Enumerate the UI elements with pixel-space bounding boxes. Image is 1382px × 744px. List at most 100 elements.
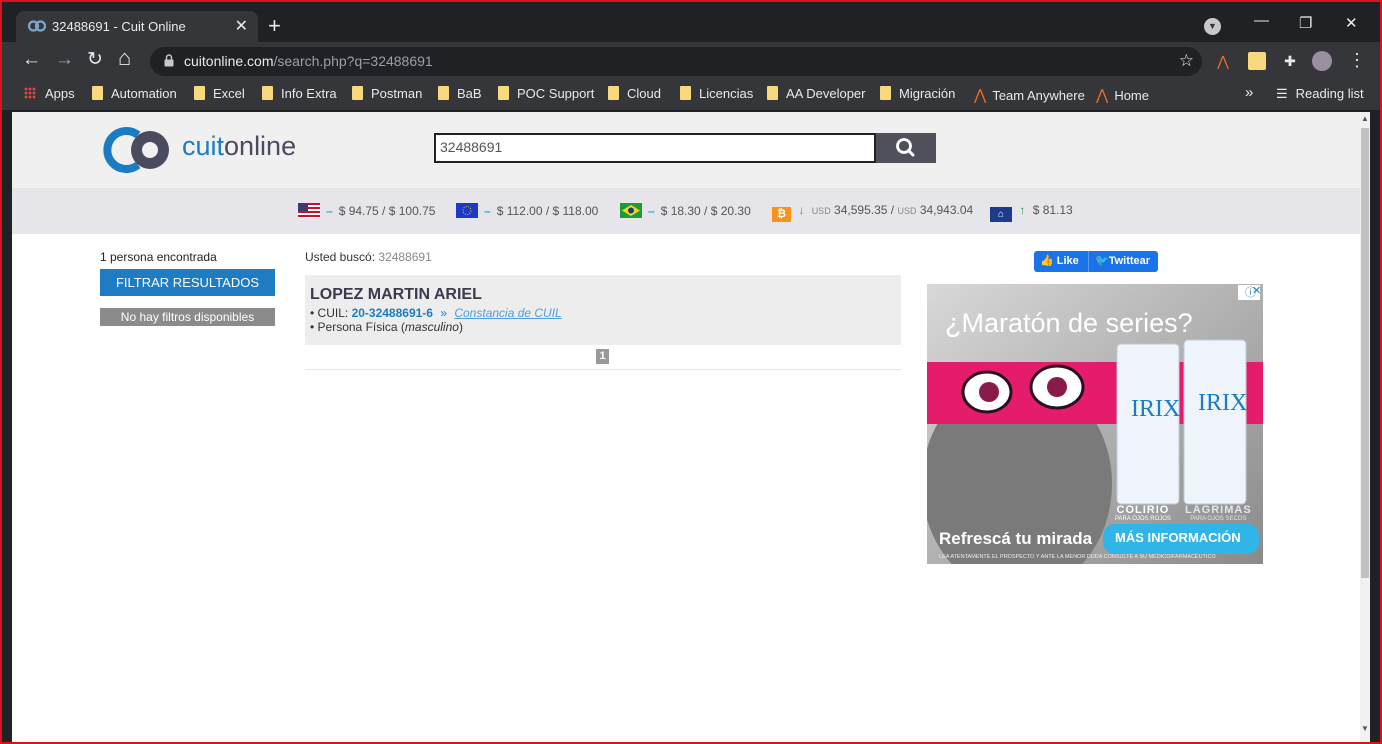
back-button[interactable]: ← xyxy=(22,50,41,70)
no-filters-label: No hay filtros disponibles xyxy=(100,308,275,326)
rate-uva[interactable]: ⌂ ↑ $ 81.13 xyxy=(990,203,1073,222)
ad-headline: ¿Maratón de series? xyxy=(945,308,1193,338)
logo-circles-icon xyxy=(103,127,169,173)
bookmark-folder[interactable]: AA Developer xyxy=(767,86,866,101)
tab-search-icon[interactable]: ▼ xyxy=(1204,18,1221,35)
facebook-like-button[interactable]: 👍 Like xyxy=(1034,251,1088,272)
bookmark-folder[interactable]: Licencias xyxy=(680,86,753,101)
site-header: cuitonline 32488691 xyxy=(12,112,1360,188)
thumbs-up-icon: 👍 xyxy=(1040,255,1054,267)
folder-icon xyxy=(680,86,691,100)
address-bar[interactable]: cuitonline.com/search.php?q=32488691 ☆ xyxy=(150,47,1202,76)
bookmark-folder[interactable]: Excel xyxy=(194,86,245,101)
forward-button[interactable]: → xyxy=(55,50,74,70)
ad-tagline: Refrescá tu mirada xyxy=(939,529,1093,548)
bookmark-link[interactable]: ⋀ Home xyxy=(1096,86,1149,104)
rate-brl[interactable]: – $ 18.30 / $ 20.30 xyxy=(620,203,751,218)
notes-extension-icon[interactable] xyxy=(1248,52,1266,70)
results-divider xyxy=(305,369,901,370)
search-input[interactable]: 32488691 xyxy=(434,133,876,163)
minimize-button[interactable]: — xyxy=(1254,12,1269,29)
folder-icon xyxy=(880,86,891,100)
home-button[interactable]: ⌂ xyxy=(118,47,131,69)
found-count: 1 persona encontrada xyxy=(100,250,217,264)
active-tab[interactable]: 32488691 - Cuit Online ✕ xyxy=(16,11,258,42)
bookmark-folder[interactable]: Postman xyxy=(352,86,422,101)
rate-btc[interactable]: ₿ ↓ USD 34,595.35 / USD 34,943.04 xyxy=(772,203,973,222)
twitter-share-button[interactable]: 🐦Twittear xyxy=(1088,251,1158,272)
browser-toolbar: ← → ↻ ⌂ cuitonline.com/search.php?q=3248… xyxy=(2,42,1380,80)
bookmarks-bar: Apps Automation Excel Info Extra Postman… xyxy=(2,80,1380,110)
ad-colirio: COLIRIO PARA OJOS ROJOS xyxy=(1115,504,1171,522)
profile-avatar[interactable] xyxy=(1312,51,1332,71)
persona-line: • Persona Física (masculino) xyxy=(310,320,463,334)
filter-results-button[interactable]: FILTRAR RESULTADOS xyxy=(100,269,275,296)
lock-icon xyxy=(164,54,174,67)
scroll-up-icon[interactable]: ▲ xyxy=(1361,114,1369,123)
bookmark-apps[interactable]: Apps xyxy=(24,86,75,101)
reading-list-icon: ☰ xyxy=(1276,86,1288,101)
scroll-down-icon[interactable]: ▼ xyxy=(1361,724,1369,733)
bookmark-folder[interactable]: Cloud xyxy=(608,86,661,101)
bookmarks-overflow-icon[interactable]: » xyxy=(1245,84,1253,101)
bookmark-folder[interactable]: Automation xyxy=(92,86,177,101)
ad-cta-button[interactable]: MÁS INFORMACIÓN xyxy=(1115,530,1241,545)
ad-brand: IRIX xyxy=(1131,396,1181,422)
page-scrollbar[interactable]: ▲ ▼ xyxy=(1360,112,1370,742)
reading-list-button[interactable]: ☰ Reading list xyxy=(1276,86,1364,102)
cuitonline-logo[interactable]: cuitonline xyxy=(100,127,296,178)
browser-menu-icon[interactable]: ⋮ xyxy=(1348,50,1366,70)
new-tab-button[interactable]: + xyxy=(268,13,281,39)
arrow-down-icon: ↓ xyxy=(798,203,805,217)
bookmark-star-icon[interactable]: ☆ xyxy=(1179,51,1194,71)
bookmark-folder[interactable]: POC Support xyxy=(498,86,594,101)
reload-button[interactable]: ↻ xyxy=(87,50,103,70)
automation-anywhere-extension-icon[interactable]: ⋀ xyxy=(1214,52,1232,70)
result-card: LOPEZ MARTIN ARIEL • CUIL: 20-32488691-6… xyxy=(305,275,901,345)
cuil-link[interactable]: 20-32488691-6 xyxy=(352,306,433,320)
ad-brand: IRIX xyxy=(1198,390,1248,416)
folder-icon xyxy=(194,86,205,100)
person-name[interactable]: LOPEZ MARTIN ARIEL xyxy=(310,286,896,304)
rate-eur[interactable]: – $ 112.00 / $ 118.00 xyxy=(456,203,598,218)
extensions-puzzle-icon[interactable]: ✚ xyxy=(1281,52,1299,70)
us-flag-icon xyxy=(298,203,320,218)
exchange-rates-bar: – $ 94.75 / $ 100.75 – $ 112.00 / $ 118.00… xyxy=(12,188,1360,234)
logo-wordmark: cuitonline xyxy=(182,131,297,161)
folder-icon xyxy=(498,86,509,100)
browser-window: 32488691 - Cuit Online ✕ + ▼ — ❐ ✕ ← → ↻… xyxy=(0,0,1382,744)
automation-anywhere-icon: ⋀ xyxy=(974,87,987,104)
search-button[interactable] xyxy=(876,133,936,163)
bookmark-folder[interactable]: BaB xyxy=(438,86,482,101)
folder-icon xyxy=(438,86,449,100)
cuil-line: • CUIL: 20-32488691-6 » Constancia de CU… xyxy=(310,306,562,320)
tab-title: 32488691 - Cuit Online xyxy=(52,19,186,34)
ad-lagrimas: LÁGRIMAS PARA OJOS SECOS xyxy=(1185,504,1252,522)
tab-close-icon[interactable]: ✕ xyxy=(235,16,248,36)
page-number-button[interactable]: 1 xyxy=(596,349,609,364)
constancia-link[interactable]: Constancia de CUIL xyxy=(454,306,561,320)
search-icon xyxy=(896,138,915,157)
arrow-up-icon: ↑ xyxy=(1019,203,1026,217)
brazil-flag-icon xyxy=(620,203,642,218)
restore-button[interactable]: ❐ xyxy=(1299,14,1312,32)
window-close-button[interactable]: ✕ xyxy=(1345,14,1358,32)
folder-icon xyxy=(767,86,778,100)
bookmark-link[interactable]: ⋀ Team Anywhere xyxy=(974,86,1085,104)
folder-icon xyxy=(262,86,273,100)
cuitonline-favicon-icon xyxy=(28,20,46,32)
advertisement-banner[interactable]: ¿Maratón de series? IRIX IRIX COLIRIO PA… xyxy=(927,284,1263,564)
ad-disclaimer: LEA ATENTAMENTE EL PROSPECTO Y ANTE LA M… xyxy=(939,554,1216,560)
automation-anywhere-icon: ⋀ xyxy=(1096,87,1109,104)
folder-icon xyxy=(92,86,103,100)
eu-flag-icon xyxy=(456,203,478,218)
bookmark-folder[interactable]: Migración xyxy=(880,86,955,101)
rate-usd[interactable]: – $ 94.75 / $ 100.75 xyxy=(298,203,435,218)
ad-close-icon[interactable]: ✕ xyxy=(1252,284,1261,297)
bitcoin-icon: ₿ xyxy=(772,207,791,222)
scrollbar-thumb[interactable] xyxy=(1361,128,1369,578)
bookmark-folder[interactable]: Info Extra xyxy=(262,86,337,101)
page-viewport: cuitonline 32488691 –$ 94.75 / $ 100.75 xyxy=(12,112,1370,742)
tab-strip: 32488691 - Cuit Online ✕ + ▼ — ❐ ✕ xyxy=(2,10,1380,42)
folder-icon xyxy=(352,86,363,100)
